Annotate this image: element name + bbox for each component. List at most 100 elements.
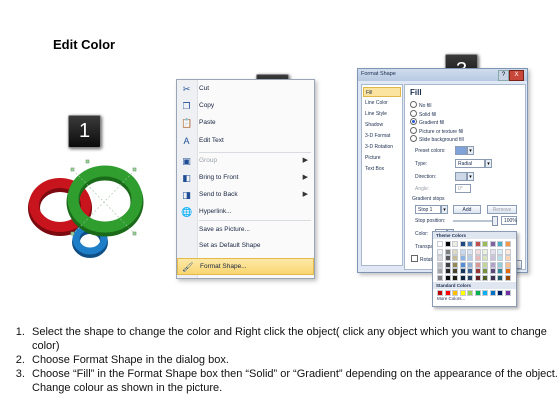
type-dropdown[interactable]: ▾ xyxy=(485,159,492,168)
theme-shade-swatch[interactable] xyxy=(437,268,443,275)
theme-color-swatch[interactable] xyxy=(482,241,488,247)
menu-item-paste[interactable]: 📋 Paste xyxy=(177,115,314,132)
theme-color-swatch[interactable] xyxy=(459,241,466,247)
theme-shade-swatch[interactable] xyxy=(497,249,503,255)
menu-item-format-shape[interactable]: 🖌 Format Shape... xyxy=(177,258,314,275)
theme-shade-swatch[interactable] xyxy=(489,255,496,262)
theme-color-swatch[interactable] xyxy=(452,241,458,247)
theme-shade-swatch[interactable] xyxy=(489,261,496,268)
fill-option-slide-background-fill[interactable]: Slide background fill xyxy=(410,135,464,143)
radio-button[interactable] xyxy=(410,101,417,108)
dialog-nav-item-picture[interactable]: Picture xyxy=(363,153,401,163)
theme-shade-swatch[interactable] xyxy=(437,261,443,268)
dialog-nav-item-fill[interactable]: Fill xyxy=(363,87,401,97)
theme-color-swatch[interactable] xyxy=(444,241,451,247)
rotate-checkbox[interactable] xyxy=(411,255,418,262)
theme-shade-swatch[interactable] xyxy=(489,249,496,255)
theme-shade-swatch[interactable] xyxy=(474,255,481,262)
radio-button[interactable] xyxy=(410,118,417,125)
theme-shade-swatch[interactable] xyxy=(452,274,458,281)
theme-shade-swatch[interactable] xyxy=(489,274,496,281)
menu-item-save-as-picture[interactable]: Save as Picture... xyxy=(177,222,314,239)
theme-shade-swatch[interactable] xyxy=(474,261,481,268)
preset-colors-swatch[interactable] xyxy=(455,146,467,155)
menu-item-cut[interactable]: ✂ Cut xyxy=(177,81,314,98)
more-colors-link[interactable]: More Colors... xyxy=(437,296,465,301)
stop-position-slider[interactable] xyxy=(453,220,497,222)
stop-dropdown[interactable]: ▾ xyxy=(441,205,448,214)
theme-shade-swatch[interactable] xyxy=(497,261,503,268)
theme-shade-swatch[interactable] xyxy=(482,255,488,262)
theme-shade-swatch[interactable] xyxy=(467,268,473,275)
standard-color-swatch[interactable] xyxy=(504,290,511,296)
radio-button[interactable] xyxy=(410,135,417,142)
theme-shade-swatch[interactable] xyxy=(482,249,488,255)
theme-color-swatch[interactable] xyxy=(497,241,503,247)
theme-shade-swatch[interactable] xyxy=(459,255,466,262)
theme-shade-swatch[interactable] xyxy=(452,268,458,275)
radio-button[interactable] xyxy=(410,109,417,117)
theme-shade-swatch[interactable] xyxy=(474,249,481,255)
theme-shade-swatch[interactable] xyxy=(459,249,466,255)
stop-position-thumb[interactable] xyxy=(492,216,498,226)
menu-item-send-to-back[interactable]: ◨ Send to Back ▶ xyxy=(177,187,314,204)
type-select[interactable]: Radial xyxy=(455,159,485,168)
menu-item-bring-to-front[interactable]: ◧ Bring to Front ▶ xyxy=(177,170,314,187)
theme-shade-swatch[interactable] xyxy=(504,261,511,268)
theme-shade-swatch[interactable] xyxy=(459,274,466,281)
standard-color-swatch[interactable] xyxy=(482,290,488,296)
theme-shade-swatch[interactable] xyxy=(467,261,473,268)
theme-shade-swatch[interactable] xyxy=(474,274,481,281)
theme-shade-swatch[interactable] xyxy=(489,268,496,275)
menu-item-edit-text[interactable]: A Edit Text xyxy=(177,133,314,150)
theme-color-swatch[interactable] xyxy=(467,241,473,247)
standard-color-swatch[interactable] xyxy=(467,290,473,296)
theme-shade-swatch[interactable] xyxy=(467,255,473,262)
theme-shade-swatch[interactable] xyxy=(504,249,511,255)
dialog-nav-item-line-color[interactable]: Line Color xyxy=(363,98,401,108)
fill-option-gradient-fill[interactable]: Gradient fill xyxy=(410,118,444,126)
theme-shade-swatch[interactable] xyxy=(474,268,481,275)
standard-color-swatch[interactable] xyxy=(489,290,496,296)
dialog-nav-item-text-box[interactable]: Text Box xyxy=(363,164,401,174)
theme-shade-swatch[interactable] xyxy=(452,261,458,268)
theme-shade-swatch[interactable] xyxy=(497,255,503,262)
dialog-nav-item-3-d-format[interactable]: 3-D Format xyxy=(363,131,401,141)
fill-option-solid-fill[interactable]: Solid fill xyxy=(410,109,436,118)
theme-color-swatch[interactable] xyxy=(489,241,496,247)
theme-color-swatch[interactable] xyxy=(437,241,443,247)
theme-shade-swatch[interactable] xyxy=(459,268,466,275)
theme-color-swatch[interactable] xyxy=(504,241,511,247)
close-icon[interactable]: X xyxy=(509,70,524,81)
theme-shade-swatch[interactable] xyxy=(444,274,451,281)
radio-button[interactable] xyxy=(410,126,417,134)
theme-shade-swatch[interactable] xyxy=(437,249,443,255)
theme-shade-swatch[interactable] xyxy=(504,255,511,262)
theme-shade-swatch[interactable] xyxy=(482,268,488,275)
theme-shade-swatch[interactable] xyxy=(444,268,451,275)
help-button[interactable]: ? xyxy=(498,70,509,81)
preset-colors-dropdown[interactable]: ▾ xyxy=(467,146,474,155)
theme-shade-swatch[interactable] xyxy=(504,268,511,275)
theme-shade-swatch[interactable] xyxy=(437,274,443,281)
menu-item-group[interactable]: ▣ Group ▶ xyxy=(177,153,314,170)
dialog-nav-item-line-style[interactable]: Line Style xyxy=(363,109,401,119)
theme-shade-swatch[interactable] xyxy=(467,274,473,281)
stop-position-input[interactable]: 100% xyxy=(501,216,517,225)
standard-color-swatch[interactable] xyxy=(497,290,503,296)
menu-item-copy[interactable]: ❐ Copy xyxy=(177,98,314,115)
theme-shade-swatch[interactable] xyxy=(437,255,443,262)
menu-item-set-as-default-shape[interactable]: Set as Default Shape xyxy=(177,238,314,255)
theme-shade-swatch[interactable] xyxy=(444,255,451,262)
remove-stop-button[interactable]: Remove xyxy=(487,205,517,214)
theme-shade-swatch[interactable] xyxy=(504,274,511,281)
add-stop-button[interactable]: Add xyxy=(453,205,481,214)
theme-shade-swatch[interactable] xyxy=(482,274,488,281)
rings-illustration[interactable] xyxy=(20,150,160,270)
fill-option-no-fill[interactable]: No fill xyxy=(410,101,432,109)
theme-shade-swatch[interactable] xyxy=(497,268,503,275)
angle-input[interactable]: 0° xyxy=(455,184,471,193)
stop-select[interactable]: Stop 1 xyxy=(415,205,441,214)
theme-shade-swatch[interactable] xyxy=(459,261,466,268)
theme-color-swatch[interactable] xyxy=(474,241,481,247)
